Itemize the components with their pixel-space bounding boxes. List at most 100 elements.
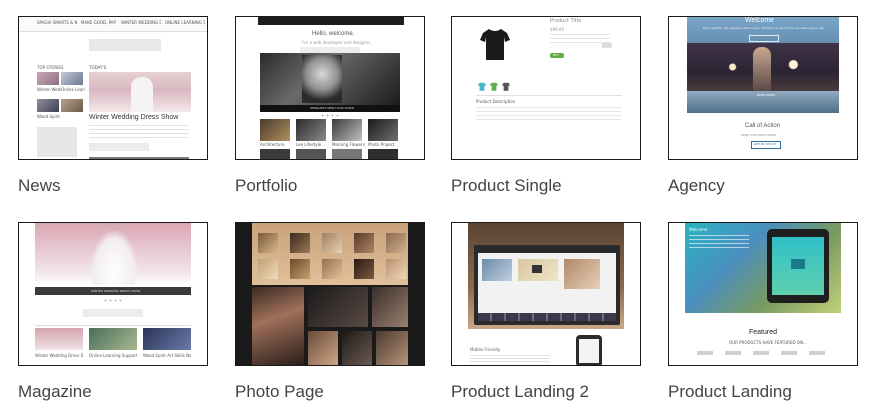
- tshirt-icon: [480, 27, 510, 61]
- news-story-title: Wood Spirit Art Skills Nominated: [37, 114, 61, 119]
- photo-large: [308, 287, 368, 327]
- magazine-thumbnail[interactable]: WINTER WEDDING DRESS SHOW Winter Wedding…: [18, 222, 208, 366]
- template-card-product-landing-2[interactable]: Mobile Friendly Product Landing 2: [451, 222, 641, 408]
- product-title: Product Title: [550, 18, 582, 24]
- template-card-magazine[interactable]: WINTER WEDDING DRESS SHOW Winter Wedding…: [18, 222, 208, 408]
- photo-large: [252, 287, 304, 365]
- magazine-hero-figure: [89, 229, 139, 285]
- portfolio-thumbnail[interactable]: Hello, welcome. I'm a web developer and …: [235, 16, 425, 160]
- news-story-title: Winter Wedding Dress Show: [37, 87, 61, 92]
- photo-thumb: [258, 259, 278, 279]
- news-nav-item: ONLINE LEARNING SUPPORT AND ADVICE: [165, 20, 205, 25]
- magazine-story-image: [143, 328, 191, 350]
- photo-thumb: [354, 233, 374, 253]
- news-headline: Winter Wedding Dress Show: [89, 114, 179, 121]
- portfolio-dots: [320, 114, 340, 117]
- tshirt-variant-icon: [490, 78, 498, 91]
- product-landing-2-thumbnail[interactable]: Mobile Friendly: [451, 222, 641, 366]
- agency-cta-button-label: GET IN TOUCH: [754, 142, 776, 146]
- news-footer-bar: [89, 157, 189, 159]
- photo-thumb: [290, 259, 310, 279]
- news-nav-item: SPAGIA SMARTS & NEW LOOK: [37, 20, 77, 25]
- portfolio-hero-face: [302, 55, 342, 103]
- template-card-product-landing[interactable]: Welcome Featured OUR PRODUCTS HAVE FEATU…: [668, 222, 858, 408]
- product-description-lines: [476, 107, 622, 123]
- agency-read-more: READ MORE: [757, 93, 776, 97]
- news-nav-item: WINTER WEDDING DRESS SHOW: [121, 20, 161, 25]
- agency-cta-sub: HERE OUR TEAM WORK: [741, 133, 777, 137]
- landing-featured: Featured: [749, 329, 778, 336]
- photo-thumb: [322, 259, 342, 279]
- photo-thumb: [354, 259, 374, 279]
- portfolio-hello: Hello, welcome.: [312, 31, 355, 37]
- portfolio-nav-bar: [258, 17, 404, 25]
- landing-welcome: Welcome: [689, 227, 708, 232]
- product-description-heading: Product Description: [476, 99, 516, 104]
- magazine-divider: [35, 325, 191, 326]
- portfolio-item-title: Lee Lifestyle: [296, 142, 322, 147]
- magazine-button: [83, 309, 143, 317]
- template-label[interactable]: Portfolio: [235, 176, 297, 196]
- product-buy-label: BUY: [553, 53, 560, 57]
- template-card-photo-page[interactable]: Photo Page: [235, 222, 425, 408]
- template-card-news[interactable]: SPAGIA SMARTS & NEW LOOK MAKE GOOD, PAP …: [18, 16, 208, 202]
- news-read-more: [89, 143, 149, 151]
- template-label[interactable]: Agency: [668, 176, 725, 196]
- product-divider: [476, 95, 622, 96]
- product-landing-thumbnail[interactable]: Welcome Featured OUR PRODUCTS HAVE FEATU…: [668, 222, 858, 366]
- template-label[interactable]: Product Single: [451, 176, 562, 196]
- product-single-thumbnail[interactable]: Product Title $99.00 BUY Product Descrip…: [451, 16, 641, 160]
- template-label[interactable]: Magazine: [18, 382, 92, 402]
- news-thumbnail[interactable]: SPAGIA SMARTS & NEW LOOK MAKE GOOD, PAP …: [18, 16, 208, 160]
- news-text-lines: [89, 125, 189, 139]
- tshirt-variant-icon: [478, 78, 486, 91]
- template-card-portfolio[interactable]: Hello, welcome. I'm a web developer and …: [235, 16, 425, 202]
- portfolio-item-title: Morning Flowers: [332, 142, 365, 147]
- news-story-image: [61, 72, 83, 85]
- portfolio-tagline: I'm a web developer and designer.: [302, 40, 372, 45]
- agency-more-button: [749, 35, 779, 42]
- portfolio-item-image: [332, 149, 362, 159]
- news-search-box: [89, 39, 161, 51]
- agency-intro: Nam sagittis, elit egestas ullamcorper. …: [703, 26, 825, 30]
- news-story-image: [37, 72, 59, 85]
- play-icon: [532, 265, 542, 273]
- photo-large: [372, 287, 408, 327]
- landing-intro-lines: [689, 235, 749, 249]
- template-label[interactable]: Photo Page: [235, 382, 324, 402]
- template-card-product-single[interactable]: Product Title $99.00 BUY Product Descrip…: [451, 16, 641, 202]
- photo-large: [342, 331, 372, 365]
- template-label[interactable]: Product Landing: [668, 382, 792, 402]
- portfolio-caption: MORGAN'S NEW LOOK SHOW: [310, 106, 355, 110]
- portfolio-item-image: [296, 119, 326, 141]
- magazine-caption: WINTER WEDDING DRESS SHOW: [91, 289, 141, 293]
- photo-page-thumbnail[interactable]: [235, 222, 425, 366]
- photo-thumb: [386, 233, 406, 253]
- agency-welcome: Welcome: [745, 17, 775, 24]
- template-label[interactable]: Product Landing 2: [451, 382, 589, 402]
- template-label[interactable]: News: [18, 176, 61, 196]
- portfolio-item-image: [296, 149, 326, 159]
- magazine-story-title: Online Learning Support and Advice: [89, 353, 137, 358]
- landing-logo-row: [697, 351, 829, 355]
- news-ad-box: [37, 127, 77, 157]
- agency-thumbnail[interactable]: Welcome Nam sagittis, elit egestas ullam…: [668, 16, 858, 160]
- photo-thumb: [322, 233, 342, 253]
- portfolio-item-image: [260, 149, 290, 159]
- agency-person: [753, 47, 771, 91]
- landing2-filmstrip: [478, 313, 616, 321]
- photo-large: [376, 331, 408, 365]
- news-story-image: [61, 99, 83, 112]
- landing2-text-lines: [470, 355, 550, 363]
- portfolio-item-image: [332, 119, 362, 141]
- magazine-story-title: Winter Wedding Dress Show: [35, 353, 83, 358]
- news-nav-item: MAKE GOOD, PAP IN FIND: [81, 20, 117, 25]
- landing2-media-tile: [564, 259, 600, 289]
- template-card-agency[interactable]: Welcome Nam sagittis, elit egestas ullam…: [668, 16, 858, 202]
- landing-featured-sub: OUR PRODUCTS HAVE FEATURED ON...: [729, 340, 807, 345]
- product-text-lines: [550, 34, 610, 46]
- phone-screen: [579, 339, 599, 363]
- news-story-image: [37, 99, 59, 112]
- portfolio-item-title: Architecture: [260, 142, 285, 147]
- magazine-dots: [103, 299, 123, 302]
